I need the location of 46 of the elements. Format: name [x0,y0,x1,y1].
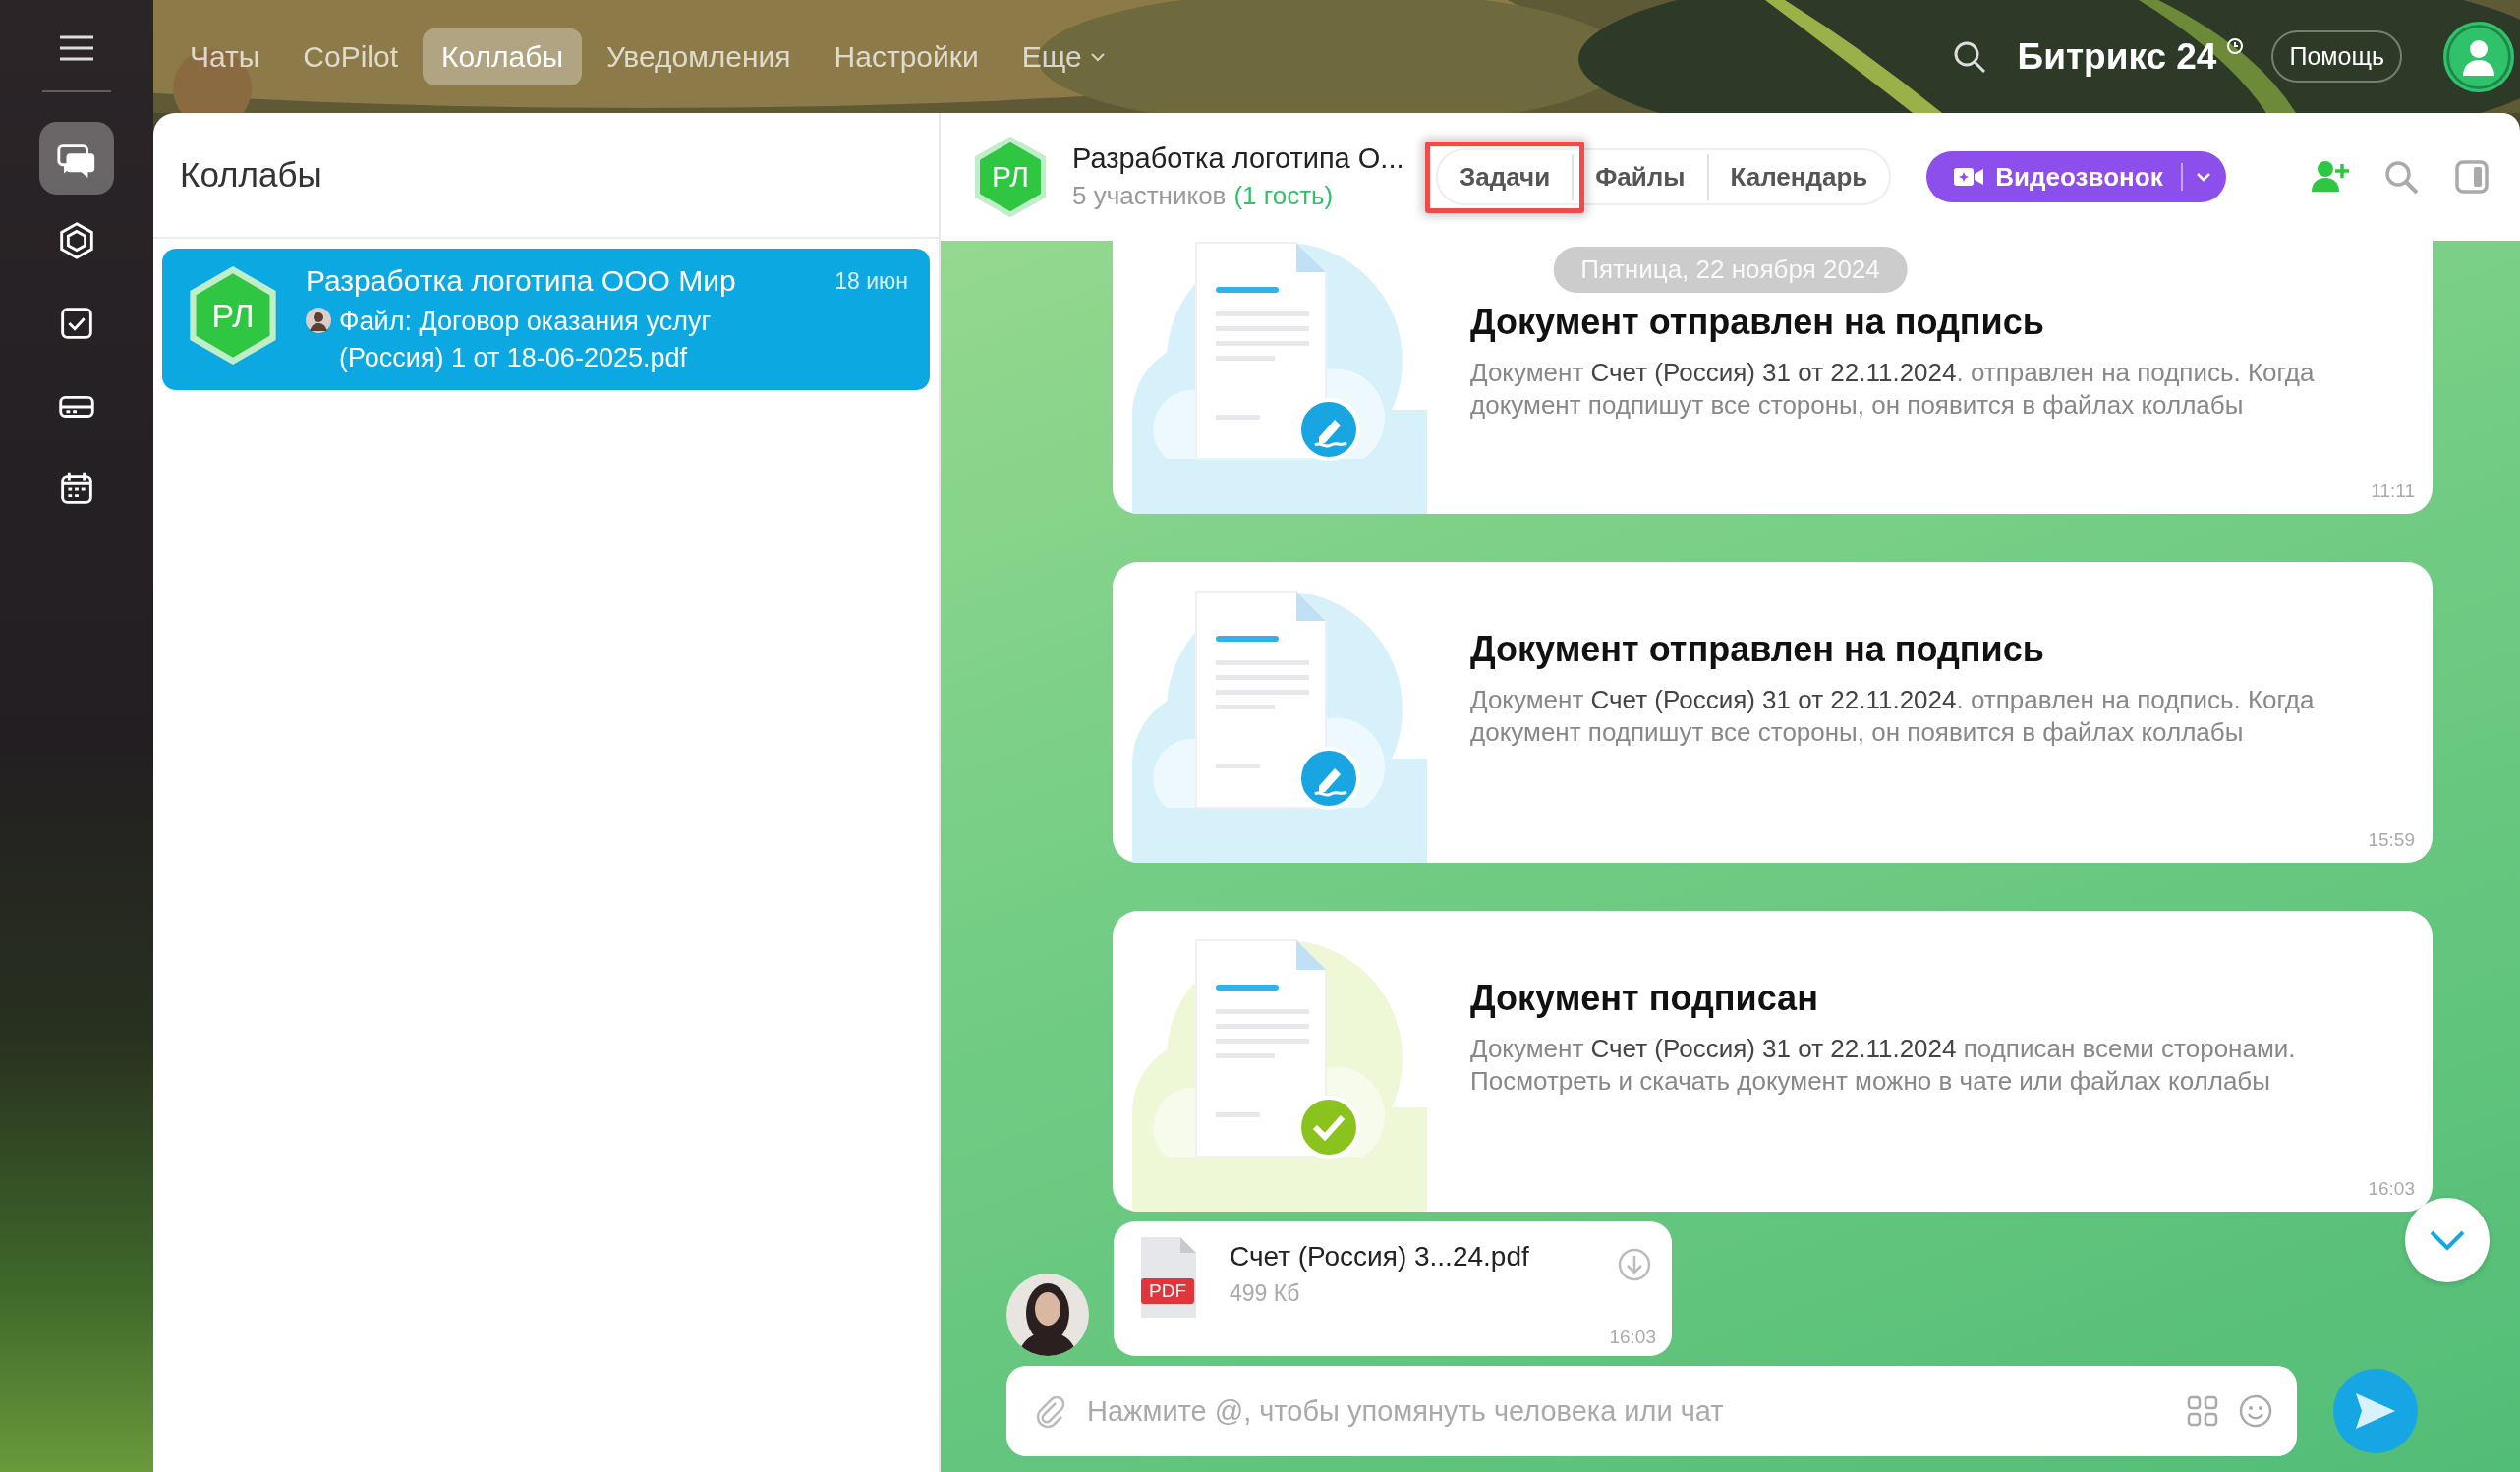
nav-tab[interactable]: Коллабы [423,28,582,85]
message-time: 11:11 [2371,481,2415,502]
send-icon [2354,1391,2397,1431]
chat-preview: Файл: Договор оказания услуг (Россия) 1 от 18-06-2025.pdf [339,306,713,374]
nav-tab[interactable]: CoPilot [284,28,418,85]
message-title: Документ отправлен на подпись [1470,302,2044,343]
message-text: Документ Счет (Россия) 31 от 22.11.2024 подписан всеми сторонами. Посмотреть и скачать документ можно в чате или файлах коллабы [1470,1033,2297,1098]
nav-tab[interactable]: Настройки [815,28,998,85]
message-time: 15:59 [2368,829,2415,851]
nav-tab[interactable]: Чаты [171,28,279,85]
message-title: Документ подписан [1470,978,1818,1019]
file-size: 499 Кб [1230,1280,1301,1307]
message-time: 16:03 [2368,1178,2415,1200]
clock-icon [2226,37,2245,55]
message-input[interactable]: Нажмите @, чтобы упомянуть человека или чат [1085,1393,2167,1429]
menu-icon[interactable] [60,35,93,61]
chat-tab[interactable]: Календарь [1708,153,1890,200]
chat-name: Разработка логотипа ООО Мир [306,264,736,298]
chat-title: Разработка логотипа О... [1072,142,1405,175]
person-avatar-icon [306,308,331,333]
guests-count: (1 гость) [1233,181,1334,211]
chat-date: 18 июн [834,268,908,296]
file-message[interactable]: PDF Счет (Россия) 3...24.pdf 499 Кб 16:03 [1114,1221,1672,1356]
file-name: Счет (Россия) 3...24.pdf [1230,1241,1530,1273]
chevron-down-icon [2428,1228,2467,1252]
message-text: Документ Счет (Россия) 31 от 22.11.2024. отправлен на подпись. Когда документ подпишут все стороны, он появится в файлах коллабы [1470,684,2316,749]
panel-title: Коллабы [180,155,322,195]
chat-tab[interactable]: Файлы [1574,153,1707,200]
chat-item[interactable]: РЛ Разработка логотипа ООО Мир 18 июн Файл: Договор оказания услуг (Россия) 1 от 18-06-2025.pdf [162,249,930,390]
caret-icon [1089,51,1106,62]
members-count: 5 участников [1072,181,1227,211]
message-field[interactable]: Нажмите @, чтобы упомянуть человека или чат [1006,1366,2297,1456]
chat-tab[interactable]: Задачи [1438,153,1573,200]
caret-icon[interactable] [2194,171,2212,183]
scroll-down-button[interactable] [2405,1198,2490,1282]
video-call-button[interactable]: Видеозвонок [1926,151,2226,202]
rail-item[interactable] [39,122,114,195]
search-icon[interactable] [1952,39,1986,74]
camera-icon [1954,166,1984,188]
help-button[interactable]: Помощь [2271,30,2402,83]
message-text: Документ Счет (Россия) 31 от 22.11.2024. отправлен на подпись. Когда документ подпишут все стороны, он появится в файлах коллабы [1470,357,2316,422]
message-time: 16:03 [1609,1327,1656,1348]
nav-tab[interactable]: Еще [1002,28,1124,85]
message-title: Документ отправлен на подпись [1470,629,2044,670]
nav-tab[interactable]: Уведомления [588,28,810,85]
brand-logo: Битрикс 24 [2017,35,2217,78]
